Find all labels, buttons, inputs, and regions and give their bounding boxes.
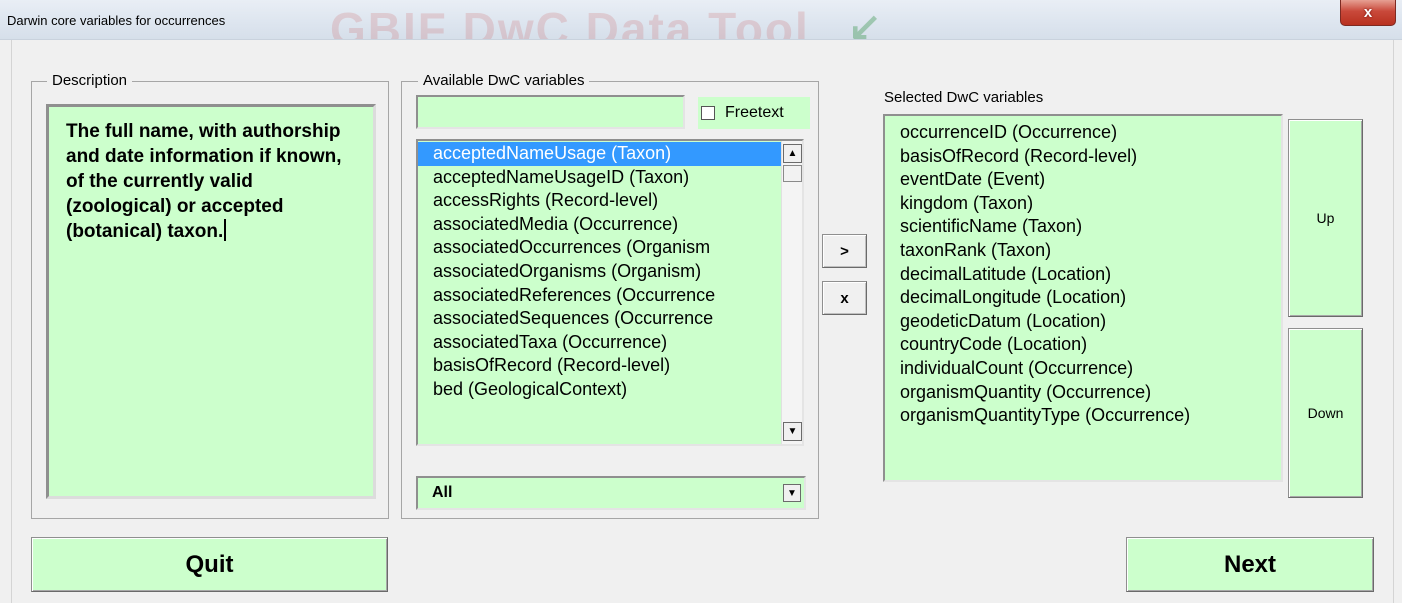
list-item[interactable]: countryCode (Location) xyxy=(885,333,1281,357)
list-item[interactable]: decimalLongitude (Location) xyxy=(885,286,1281,310)
freetext-option[interactable]: Freetext xyxy=(698,97,810,129)
list-item[interactable]: associatedSequences (Occurrence xyxy=(418,307,802,331)
description-textbox[interactable]: The full name, with authorship and date … xyxy=(46,104,376,499)
list-item[interactable]: associatedReferences (Occurrence xyxy=(418,284,802,308)
list-item[interactable]: individualCount (Occurrence) xyxy=(885,357,1281,381)
list-item[interactable]: associatedMedia (Occurrence) xyxy=(418,213,802,237)
list-item[interactable]: geodeticDatum (Location) xyxy=(885,310,1281,334)
background-watermark: GBIF DwC Data Tool xyxy=(330,3,810,40)
move-down-button[interactable]: Down xyxy=(1288,328,1363,498)
quit-button[interactable]: Quit xyxy=(31,537,388,592)
list-item[interactable]: organismQuantity (Occurrence) xyxy=(885,381,1281,405)
selected-list[interactable]: occurrenceID (Occurrence) basisOfRecord (… xyxy=(883,114,1283,482)
selected-label: Selected DwC variables xyxy=(884,89,1044,106)
list-item[interactable]: associatedOccurrences (Organism xyxy=(418,236,802,260)
list-item[interactable]: scientificName (Taxon) xyxy=(885,215,1281,239)
list-item[interactable]: basisOfRecord (Record-level) xyxy=(885,145,1281,169)
scroll-down-icon[interactable]: ▼ xyxy=(783,422,802,441)
list-item[interactable]: acceptedNameUsage (Taxon) xyxy=(418,142,802,166)
scroll-up-icon[interactable]: ▲ xyxy=(783,144,802,163)
list-item[interactable]: kingdom (Taxon) xyxy=(885,192,1281,216)
list-item[interactable]: associatedTaxa (Occurrence) xyxy=(418,331,802,355)
list-item[interactable]: acceptedNameUsageID (Taxon) xyxy=(418,166,802,190)
text-caret xyxy=(224,219,227,241)
remove-variable-button[interactable]: x xyxy=(822,281,867,315)
available-search-input[interactable] xyxy=(416,95,685,129)
move-up-button[interactable]: Up xyxy=(1288,119,1363,317)
description-label: Description xyxy=(47,73,133,89)
title-bar: GBIF DwC Data Tool ↙ Darwin core variabl… xyxy=(0,0,1402,40)
dropdown-arrow-icon[interactable]: ▼ xyxy=(783,484,801,502)
list-item[interactable]: associatedOrganisms (Organism) xyxy=(418,260,802,284)
list-item[interactable]: basisOfRecord (Record-level) xyxy=(418,354,802,378)
list-item[interactable]: eventDate (Event) xyxy=(885,168,1281,192)
available-label: Available DwC variables xyxy=(418,73,590,89)
freetext-label: Freetext xyxy=(725,104,784,121)
category-filter-select[interactable]: All ▼ xyxy=(416,476,806,510)
available-list-scrollbar[interactable]: ▲ ▼ xyxy=(781,141,802,444)
list-item[interactable]: accessRights (Record-level) xyxy=(418,189,802,213)
window-title: Darwin core variables for occurrences xyxy=(7,13,226,28)
list-item[interactable]: occurrenceID (Occurrence) xyxy=(885,121,1281,145)
list-item[interactable]: bed (GeologicalContext) xyxy=(418,378,802,402)
scroll-thumb[interactable] xyxy=(783,165,802,182)
list-item[interactable]: taxonRank (Taxon) xyxy=(885,239,1281,263)
next-button[interactable]: Next xyxy=(1126,537,1374,592)
list-item[interactable]: organismQuantityType (Occurrence) xyxy=(885,404,1281,428)
available-list[interactable]: acceptedNameUsage (Taxon) acceptedNameUsa… xyxy=(416,139,804,446)
list-item[interactable]: decimalLatitude (Location) xyxy=(885,263,1281,287)
close-button[interactable]: x xyxy=(1340,0,1396,26)
watermark-arrow-icon: ↙ xyxy=(848,5,882,40)
add-variable-button[interactable]: > xyxy=(822,234,867,268)
category-filter-value: All xyxy=(432,484,453,501)
description-text: The full name, with authorship and date … xyxy=(66,121,342,242)
freetext-checkbox[interactable] xyxy=(701,106,715,120)
